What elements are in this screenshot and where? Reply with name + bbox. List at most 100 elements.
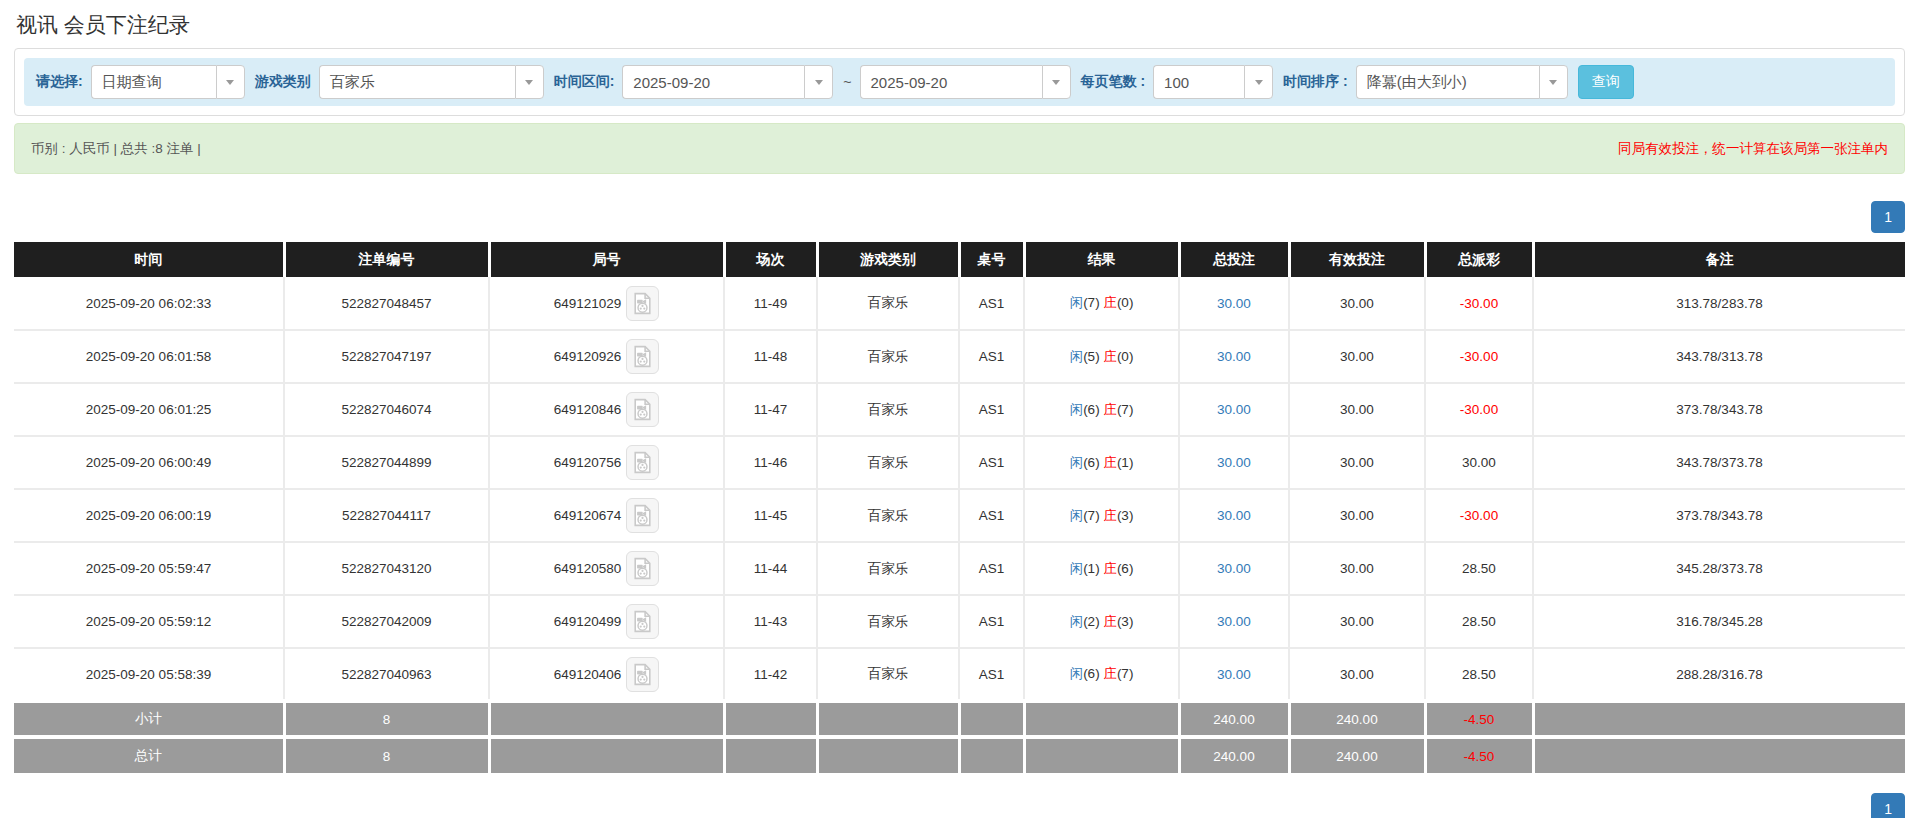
video-replay-button[interactable] (626, 498, 659, 533)
payout-cell: 30.00 (1425, 436, 1533, 489)
bet-id-cell: 522827040963 (284, 648, 489, 701)
column-header-5: 桌号 (959, 242, 1024, 277)
table-no-cell: AS1 (959, 436, 1024, 489)
column-header-2: 局号 (489, 242, 724, 277)
query-type-select[interactable]: 日期查询 (91, 65, 245, 99)
video-replay-button[interactable] (626, 339, 659, 374)
round-cell: 649120499 (489, 595, 724, 648)
table-row: 2025-09-20 06:02:33522827048457649121029… (14, 277, 1905, 330)
subtotal-row-table (959, 701, 1024, 737)
table-row: 2025-09-20 06:00:19522827044117649120674… (14, 489, 1905, 542)
video-replay-button[interactable] (626, 657, 659, 692)
subtotal-row-note (1533, 701, 1905, 737)
game-type-cell: 百家乐 (817, 383, 959, 436)
total-bet-cell: 30.00 (1179, 595, 1289, 648)
bet-id-cell: 522827042009 (284, 595, 489, 648)
total-bet-link[interactable]: 30.00 (1217, 349, 1251, 364)
total-row-session (724, 737, 817, 773)
result-player-label: 闲 (1070, 666, 1084, 681)
chevron-down-icon[interactable] (1539, 65, 1568, 99)
session-cell: 11-42 (724, 648, 817, 701)
column-header-3: 场次 (724, 242, 817, 277)
per-page-select[interactable]: 100 (1153, 65, 1273, 99)
page-button-1[interactable]: 1 (1871, 793, 1905, 818)
total-bet-link[interactable]: 30.00 (1217, 296, 1251, 311)
video-replay-button[interactable] (626, 286, 659, 321)
bet-id-cell: 522827046074 (284, 383, 489, 436)
total-bet-link[interactable]: 30.00 (1217, 508, 1251, 523)
total-row-result (1024, 737, 1179, 773)
page-title: 视讯 会员下注纪录 (16, 11, 1905, 39)
sort-select[interactable]: 降冪(由大到小) (1356, 65, 1568, 99)
subtotal-row-label: 小计 (14, 701, 284, 737)
summary-text: 币别 : 人民币 | 总共 :8 注单 | (31, 140, 201, 158)
table-row: 2025-09-20 06:00:49522827044899649120756… (14, 436, 1905, 489)
date-from-select[interactable]: 2025-09-20 (622, 65, 833, 99)
round-id: 649120926 (554, 349, 622, 364)
payout-cell: -30.00 (1425, 330, 1533, 383)
summary-bar: 币别 : 人民币 | 总共 :8 注单 | 同局有效投注，统一计算在该局第一张注… (14, 123, 1905, 174)
total-bet-link[interactable]: 30.00 (1217, 455, 1251, 470)
note-cell: 373.78/343.78 (1533, 489, 1905, 542)
total-bet-link[interactable]: 30.00 (1217, 402, 1251, 417)
per-page-value: 100 (1153, 65, 1244, 99)
time-cell: 2025-09-20 06:00:49 (14, 436, 284, 489)
subtotal-row: 小计8240.00240.00-4.50 (14, 701, 1905, 737)
note-cell: 313.78/283.78 (1533, 277, 1905, 330)
game-type-select[interactable]: 百家乐 (319, 65, 544, 99)
payout-cell: -30.00 (1425, 277, 1533, 330)
session-cell: 11-43 (724, 595, 817, 648)
time-cell: 2025-09-20 06:01:58 (14, 330, 284, 383)
note-cell: 343.78/373.78 (1533, 436, 1905, 489)
total-bet-link[interactable]: 30.00 (1217, 614, 1251, 629)
date-to-select[interactable]: 2025-09-20 (860, 65, 1071, 99)
table-no-cell: AS1 (959, 648, 1024, 701)
table-row: 2025-09-20 05:59:12522827042009649120499… (14, 595, 1905, 648)
video-replay-button[interactable] (626, 392, 659, 427)
page-button-1[interactable]: 1 (1871, 201, 1905, 233)
session-cell: 11-49 (724, 277, 817, 330)
result-banker-label: 庄 (1103, 508, 1117, 523)
query-type-value: 日期查询 (91, 65, 216, 99)
sort-value: 降冪(由大到小) (1356, 65, 1539, 99)
result-cell: 闲(7) 庄(3) (1024, 489, 1179, 542)
chevron-down-icon[interactable] (804, 65, 833, 99)
result-banker-label: 庄 (1103, 666, 1117, 681)
column-header-10: 备注 (1533, 242, 1905, 277)
round-id: 649120499 (554, 614, 622, 629)
chevron-down-icon[interactable] (1042, 65, 1071, 99)
chevron-down-icon[interactable] (1244, 65, 1273, 99)
query-button[interactable]: 查询 (1578, 65, 1634, 99)
total-row-table (959, 737, 1024, 773)
round-id: 649120674 (554, 508, 622, 523)
filter-panel: 请选择: 日期查询 游戏类别 百家乐 时间区间: 2025-09-20 ~ 20… (14, 48, 1905, 116)
video-replay-button[interactable] (626, 445, 659, 480)
summary-note: 同局有效投注，统一计算在该局第一张注单内 (1618, 140, 1888, 158)
total-row-game (817, 737, 959, 773)
round-id: 649120406 (554, 667, 622, 682)
range-separator: ~ (843, 74, 851, 90)
total-bet-link[interactable]: 30.00 (1217, 561, 1251, 576)
chevron-down-icon[interactable] (216, 65, 245, 99)
total-bet-cell: 30.00 (1179, 648, 1289, 701)
round-cell: 649120674 (489, 489, 724, 542)
session-cell: 11-44 (724, 542, 817, 595)
bet-id-cell: 522827047197 (284, 330, 489, 383)
note-cell: 316.78/345.28 (1533, 595, 1905, 648)
table-row: 2025-09-20 05:59:47522827043120649120580… (14, 542, 1905, 595)
result-cell: 闲(1) 庄(6) (1024, 542, 1179, 595)
session-cell: 11-46 (724, 436, 817, 489)
result-banker-label: 庄 (1103, 402, 1117, 417)
total-bet-link[interactable]: 30.00 (1217, 667, 1251, 682)
result-cell: 闲(6) 庄(1) (1024, 436, 1179, 489)
subtotal-row-game (817, 701, 959, 737)
result-banker-label: 庄 (1103, 614, 1117, 629)
session-cell: 11-45 (724, 489, 817, 542)
valid-bet-cell: 30.00 (1289, 383, 1425, 436)
video-replay-button[interactable] (626, 604, 659, 639)
subtotal-row-result (1024, 701, 1179, 737)
chevron-down-icon[interactable] (515, 65, 544, 99)
video-replay-button[interactable] (626, 551, 659, 586)
sort-label: 时间排序 : (1283, 73, 1348, 91)
column-header-7: 总投注 (1179, 242, 1289, 277)
